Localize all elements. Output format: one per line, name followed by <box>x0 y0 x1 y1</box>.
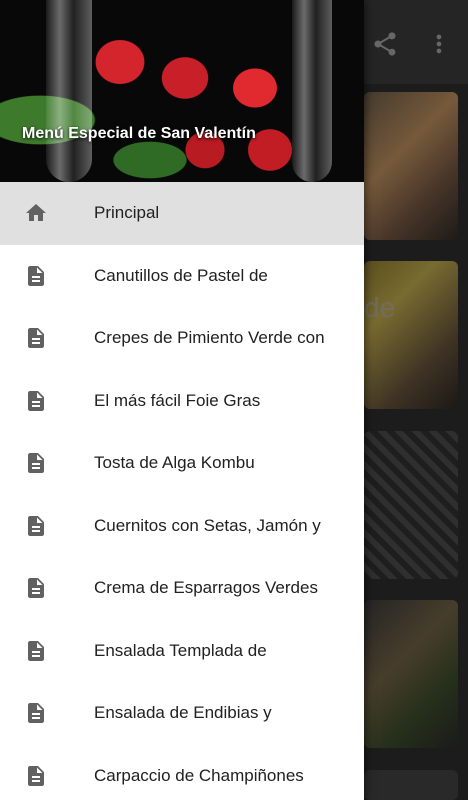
document-icon <box>28 390 44 411</box>
menu-item-recipe[interactable]: El más fácil Foie Gras <box>0 370 364 433</box>
drawer-header: Menú Especial de San Valentín <box>0 0 364 182</box>
menu-item-label: Crema de Esparragos Verdes <box>94 578 318 598</box>
menu-item-recipe[interactable]: Crepes de Pimiento Verde con <box>0 307 364 370</box>
menu-item-recipe[interactable]: Ensalada Templada de <box>0 620 364 683</box>
document-icon <box>28 765 44 786</box>
menu-item-label: Crepes de Pimiento Verde con <box>94 328 325 348</box>
menu-item-label: Tosta de Alga Kombu <box>94 453 255 473</box>
document-icon <box>28 515 44 536</box>
menu-item-recipe[interactable]: Ensalada de Endibias y <box>0 682 364 745</box>
menu-item-label: Ensalada de Endibias y <box>94 703 272 723</box>
menu-item-principal[interactable]: Principal <box>0 182 364 245</box>
menu-item-label: El más fácil Foie Gras <box>94 390 261 410</box>
document-icon <box>28 640 44 661</box>
wine-glass-image <box>292 0 332 182</box>
navigation-drawer: Menú Especial de San Valentín Principal … <box>0 0 364 800</box>
document-icon <box>28 265 44 286</box>
menu-item-recipe[interactable]: Tosta de Alga Kombu <box>0 432 364 495</box>
menu-item-recipe[interactable]: Canutillos de Pastel de <box>0 245 364 308</box>
menu-item-label: Canutillos de Pastel de <box>94 265 268 285</box>
drawer-menu: Principal Canutillos de Pastel de Crepes… <box>0 182 364 800</box>
menu-item-label: Principal <box>94 203 160 223</box>
wine-glass-image <box>46 0 92 182</box>
document-icon <box>28 328 44 349</box>
document-icon <box>28 578 44 599</box>
menu-item-label: Carpaccio de Champiñones <box>94 765 304 785</box>
menu-item-label: Ensalada Templada de <box>94 640 267 660</box>
menu-item-recipe[interactable]: Cuernitos con Setas, Jamón y <box>0 495 364 558</box>
home-icon <box>26 204 46 222</box>
document-icon <box>28 453 44 474</box>
drawer-header-title: Menú Especial de San Valentín <box>22 125 256 142</box>
document-icon <box>28 703 44 724</box>
menu-item-recipe[interactable]: Carpaccio de Champiñones <box>0 745 364 800</box>
menu-item-recipe[interactable]: Crema de Esparragos Verdes <box>0 557 364 620</box>
menu-item-label: Cuernitos con Setas, Jamón y <box>94 515 321 535</box>
